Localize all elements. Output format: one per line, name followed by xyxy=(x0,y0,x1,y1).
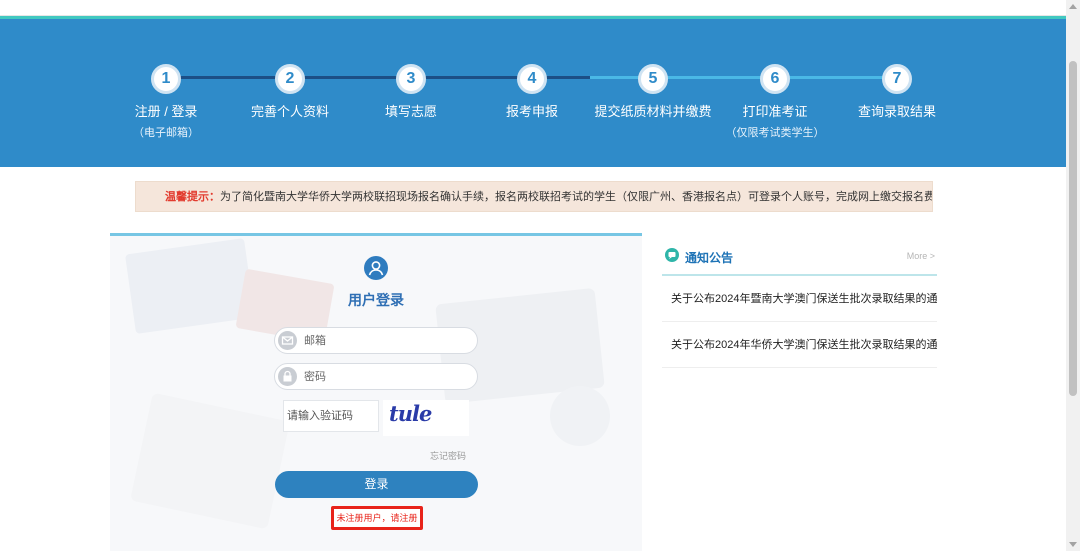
step-label: 填写志愿 xyxy=(384,104,437,119)
step-number: 6 xyxy=(760,64,790,94)
scroll-down-arrow-icon[interactable] xyxy=(1069,542,1077,547)
forgot-password-link[interactable]: 忘记密码 xyxy=(430,449,466,462)
notice-tip: 温馨提示： xyxy=(165,191,220,203)
register-link[interactable]: 未注册用户，请注册 xyxy=(331,506,423,530)
captcha-field[interactable] xyxy=(283,400,379,432)
login-panel: 用户登录 tule 忘记密码 登录 未注册用户，请注册 xyxy=(110,233,642,551)
email-field[interactable] xyxy=(274,327,478,354)
notice-bar: 温馨提示：为了简化暨南大学华侨大学两校联招现场报名确认手续，报名两校联招考试的学… xyxy=(135,181,933,212)
login-button[interactable]: 登录 xyxy=(275,471,478,498)
step-7[interactable]: 7 查询录取结果 xyxy=(827,64,967,120)
scrollbar[interactable] xyxy=(1066,0,1080,551)
news-item[interactable]: 关于公布2024年暨南大学澳门保送生批次录取结果的通知 xyxy=(662,276,937,322)
news-panel: 通知公告 More > 关于公布2024年暨南大学澳门保送生批次录取结果的通知 … xyxy=(662,240,937,368)
step-number: 5 xyxy=(638,64,668,94)
background-decoration xyxy=(550,386,610,446)
background-decoration xyxy=(130,392,290,530)
lock-icon xyxy=(278,367,297,386)
captcha-image[interactable]: tule xyxy=(383,400,469,436)
step-number: 3 xyxy=(396,64,426,94)
login-title: 用户登录 xyxy=(348,292,404,308)
notice-text: 为了简化暨南大学华侨大学两校联招现场报名确认手续，报名两校联招考试的学生（仅限广… xyxy=(220,191,933,203)
chat-bubble-icon xyxy=(665,248,679,262)
step-number: 1 xyxy=(151,64,181,94)
background-decoration xyxy=(125,238,255,334)
step-6[interactable]: 6 打印准考证 （仅限考试类学生） xyxy=(705,64,845,140)
step-number: 7 xyxy=(882,64,912,94)
more-link[interactable]: More > xyxy=(907,251,935,261)
step-label: 报考申报 xyxy=(505,104,558,119)
step-label: 提交纸质材料并缴费 xyxy=(594,104,712,119)
step-number: 4 xyxy=(517,64,547,94)
captcha-text: tule xyxy=(389,401,432,426)
step-4[interactable]: 4 报考申报 xyxy=(462,64,602,120)
step-sublabel: （仅限考试类学生） xyxy=(725,127,825,139)
email-input[interactable] xyxy=(304,332,469,349)
step-sublabel: （电子邮箱） xyxy=(133,127,199,139)
password-field[interactable] xyxy=(274,363,478,390)
step-1[interactable]: 1 注册 / 登录 （电子邮箱） xyxy=(96,64,236,140)
top-bar xyxy=(0,0,1080,16)
scrollbar-thumb[interactable] xyxy=(1069,61,1077,396)
step-number: 2 xyxy=(275,64,305,94)
captcha-input[interactable] xyxy=(287,402,377,430)
step-label: 完善个人资料 xyxy=(250,104,329,119)
step-label: 打印准考证 xyxy=(742,104,808,119)
step-label: 注册 / 登录 xyxy=(134,104,198,119)
step-2[interactable]: 2 完善个人资料 xyxy=(220,64,360,120)
envelope-icon xyxy=(278,331,297,350)
news-header: 通知公告 More > xyxy=(662,240,937,276)
news-item[interactable]: 关于公布2024年华侨大学澳门保送生批次录取结果的通知 xyxy=(662,322,937,368)
password-input[interactable] xyxy=(304,368,469,385)
scroll-up-arrow-icon[interactable] xyxy=(1069,4,1077,9)
step-3[interactable]: 3 填写志愿 xyxy=(341,64,481,120)
news-title: 通知公告 xyxy=(685,251,734,265)
user-icon xyxy=(364,256,388,280)
step-label: 查询录取结果 xyxy=(857,104,936,119)
step-5[interactable]: 5 提交纸质材料并缴费 xyxy=(583,64,723,120)
progress-banner: 1 注册 / 登录 （电子邮箱） 2 完善个人资料 3 填写志愿 4 报考申报 … xyxy=(0,16,1066,167)
